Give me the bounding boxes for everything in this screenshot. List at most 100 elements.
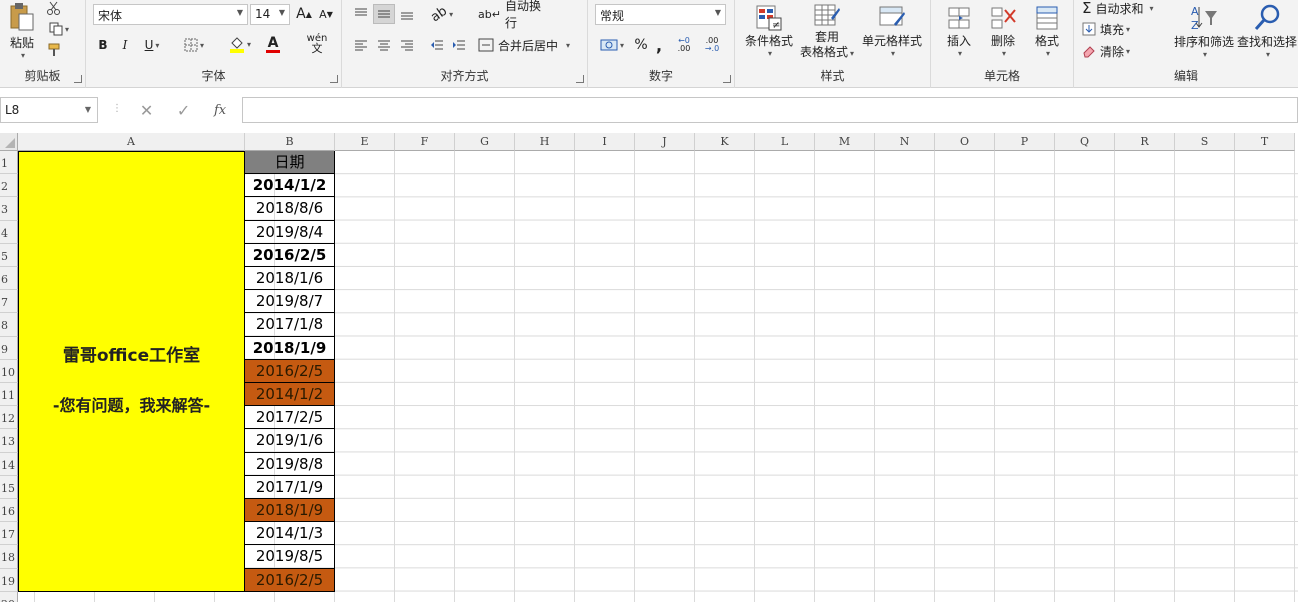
align-center-button[interactable] [373, 35, 395, 55]
formula-input[interactable] [242, 97, 1298, 123]
cancel-icon[interactable]: ✕ [140, 101, 153, 120]
insert-function-icon[interactable]: fx [214, 103, 226, 118]
paste-button[interactable]: 粘贴 ▾ [4, 2, 40, 60]
row-header[interactable]: 10 [0, 359, 18, 383]
format-painter-button[interactable] [44, 42, 64, 58]
row-header[interactable]: 16 [0, 499, 18, 523]
sort-filter-button[interactable]: A Z 排序和筛选 ▾ [1172, 0, 1236, 62]
column-header[interactable]: A [18, 133, 245, 151]
bold-button[interactable]: B [94, 35, 112, 55]
select-all-corner[interactable] [0, 133, 18, 151]
borders-button[interactable]: ▾ [178, 35, 210, 55]
date-cell[interactable]: 2014/1/2 [245, 174, 335, 198]
font-launcher[interactable] [330, 75, 338, 83]
alignment-launcher[interactable] [576, 75, 584, 83]
date-cell[interactable]: 2016/2/5 [245, 243, 335, 267]
name-box[interactable]: L8 ▼ [0, 97, 98, 123]
decrease-indent-button[interactable] [426, 35, 448, 55]
format-button[interactable]: 格式 ▾ [1025, 0, 1069, 62]
date-cell[interactable]: 2017/1/8 [245, 313, 335, 337]
date-header-cell[interactable]: 日期 [245, 151, 335, 175]
number-launcher[interactable] [723, 75, 731, 83]
cell-styles-button[interactable]: 单元格样式 ▾ [857, 0, 927, 62]
column-header[interactable]: I [575, 133, 635, 151]
cut-button[interactable] [44, 0, 64, 16]
align-bottom-button[interactable] [396, 4, 418, 24]
row-header[interactable]: 15 [0, 475, 18, 499]
align-right-button[interactable] [396, 35, 418, 55]
comma-button[interactable]: , [652, 34, 666, 56]
decrease-decimal-button[interactable]: .00 →.0 [700, 34, 724, 56]
column-header[interactable]: T [1235, 133, 1295, 151]
phonetic-button[interactable]: wén 文 [302, 33, 332, 55]
row-header[interactable]: 20 [0, 591, 18, 602]
date-cell[interactable]: 2014/1/2 [245, 383, 335, 407]
date-cell[interactable]: 2018/1/6 [245, 267, 335, 291]
number-format-select[interactable]: 常规 ▼ [595, 4, 726, 25]
date-cell[interactable]: 2017/2/5 [245, 406, 335, 430]
date-cell[interactable]: 2016/2/5 [245, 568, 335, 592]
date-cell[interactable]: 2019/8/4 [245, 220, 335, 244]
increase-indent-button[interactable] [448, 35, 470, 55]
row-header[interactable]: 3 [0, 197, 18, 221]
row-header[interactable]: 8 [0, 313, 18, 337]
row-header[interactable]: 1 [0, 151, 18, 175]
date-cell[interactable]: 2019/8/5 [245, 545, 335, 569]
find-select-button[interactable]: 查找和选择 ▾ [1236, 0, 1298, 62]
column-header[interactable]: F [395, 133, 455, 151]
date-cell[interactable]: 2016/2/5 [245, 359, 335, 383]
font-color-button[interactable]: A [258, 33, 288, 55]
enter-icon[interactable]: ✓ [177, 101, 190, 120]
clear-button[interactable]: 清除 ▾ [1082, 43, 1152, 59]
row-header[interactable]: 12 [0, 406, 18, 430]
fill-color-button[interactable]: ▾ [224, 33, 256, 55]
row-header[interactable]: 11 [0, 383, 18, 407]
column-header[interactable]: H [515, 133, 575, 151]
conditional-format-button[interactable]: ≠ 条件格式 ▾ [739, 0, 799, 62]
column-header[interactable]: N [875, 133, 935, 151]
row-header[interactable]: 7 [0, 290, 18, 314]
orientation-button[interactable]: ab ▾ [428, 3, 456, 25]
font-size-select[interactable]: 14 ▼ [250, 4, 290, 25]
row-header[interactable]: 14 [0, 452, 18, 476]
italic-button[interactable]: I [116, 35, 134, 55]
row-header[interactable]: 18 [0, 545, 18, 569]
column-header[interactable]: O [935, 133, 995, 151]
date-cell[interactable]: 2018/1/9 [245, 336, 335, 360]
row-header[interactable]: 4 [0, 220, 18, 244]
row-header[interactable]: 2 [0, 174, 18, 198]
column-header[interactable]: Q [1055, 133, 1115, 151]
column-header[interactable]: G [455, 133, 515, 151]
merge-center-button[interactable]: 合并后居中 ▾ [478, 35, 578, 55]
accounting-format-button[interactable]: ▾ [596, 34, 628, 56]
column-header[interactable]: B [245, 133, 335, 151]
column-header[interactable]: S [1175, 133, 1235, 151]
align-left-button[interactable] [350, 35, 372, 55]
percent-button[interactable]: % [632, 34, 650, 56]
column-header[interactable]: L [755, 133, 815, 151]
autosum-button[interactable]: Σ 自动求和 ▾ [1082, 0, 1172, 17]
date-cell[interactable]: 2017/1/9 [245, 475, 335, 499]
date-cell[interactable]: 2019/8/8 [245, 452, 335, 476]
font-name-select[interactable]: 宋体 ▼ [93, 4, 248, 25]
align-middle-button[interactable] [373, 4, 395, 24]
grow-font-button[interactable]: A ▲ [294, 4, 314, 24]
wrap-text-button[interactable]: ab↵ 自动换行 [478, 0, 550, 30]
date-cell[interactable]: 2018/8/6 [245, 197, 335, 221]
delete-button[interactable]: 删除 ▾ [981, 0, 1025, 62]
row-header[interactable]: 9 [0, 336, 18, 360]
row-header[interactable]: 6 [0, 267, 18, 291]
row-header[interactable]: 5 [0, 243, 18, 267]
fill-button[interactable]: 填充 ▾ [1082, 21, 1152, 37]
date-cell[interactable]: 2014/1/3 [245, 522, 335, 546]
shrink-font-button[interactable]: A ▼ [316, 4, 336, 24]
clipboard-launcher[interactable] [74, 75, 82, 83]
column-header[interactable]: M [815, 133, 875, 151]
underline-button[interactable]: U ▾ [138, 35, 166, 55]
increase-decimal-button[interactable]: ←0.00 [672, 34, 696, 56]
insert-button[interactable]: 插入 ▾ [937, 0, 981, 62]
row-header[interactable]: 13 [0, 429, 18, 453]
merged-cell-a[interactable]: 雷哥office工作室 -您有问题，我来解答- [18, 151, 245, 592]
align-top-button[interactable] [350, 4, 372, 24]
format-as-table-button[interactable]: 套用 表格格式 ▾ [797, 0, 857, 62]
